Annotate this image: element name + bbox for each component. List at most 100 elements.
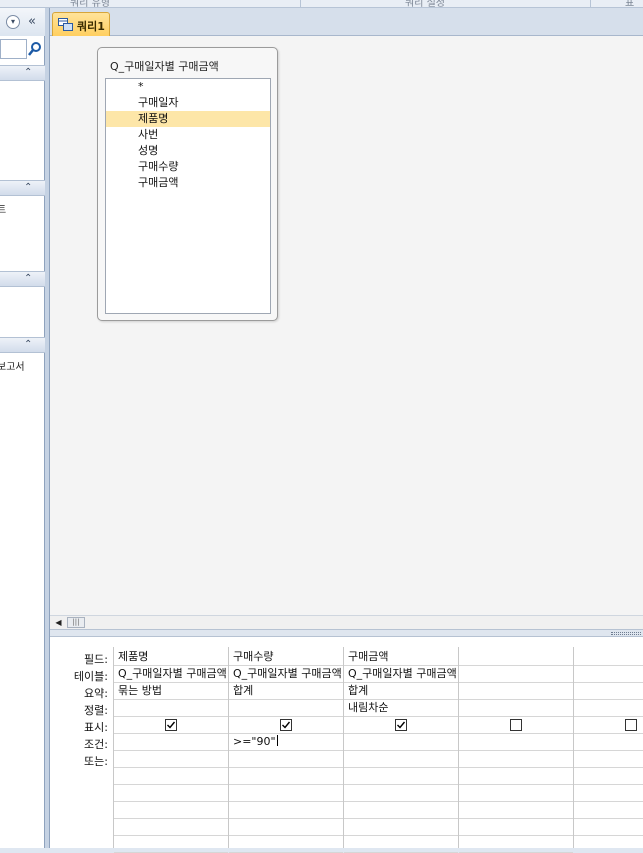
grid-cell-field[interactable]: 제품명 — [114, 649, 228, 666]
grid-cell-field[interactable] — [574, 649, 643, 666]
grid-column[interactable]: 구매금액 Q_구매일자별 구매금액 합계 내림차순 — [343, 647, 458, 853]
nav-group-header[interactable]: ⌃ — [0, 337, 45, 353]
grid-cell-sort[interactable]: 내림차순 — [344, 700, 458, 717]
grid-cell-criteria[interactable] — [459, 734, 573, 751]
grid-cell-empty[interactable] — [459, 768, 573, 785]
field-list-item[interactable]: * — [106, 79, 270, 95]
nav-group-header[interactable]: ⌃ — [0, 180, 45, 196]
grid-cell-empty[interactable] — [114, 819, 228, 836]
row-label-total: 요약: — [84, 687, 108, 700]
horizontal-scrollbar[interactable]: ◀ ||| — [50, 615, 643, 629]
nav-item-reports[interactable]: 보고서 — [0, 358, 25, 373]
grid-cell-show[interactable] — [114, 717, 228, 734]
scroll-left-icon[interactable]: ◀ — [52, 617, 65, 628]
grid-cell-empty[interactable] — [229, 802, 343, 819]
grid-cell-empty[interactable] — [344, 768, 458, 785]
grid-cell-empty[interactable] — [229, 819, 343, 836]
field-list-item[interactable]: 구매수량 — [106, 159, 270, 175]
grid-cell-or[interactable] — [114, 751, 228, 768]
grid-cell-empty[interactable] — [229, 785, 343, 802]
grid-cell-criteria[interactable] — [574, 734, 643, 751]
nav-search-input[interactable] — [0, 39, 27, 59]
field-list-item[interactable]: 성명 — [106, 143, 270, 159]
grid-cell-field[interactable]: 구매수량 — [229, 649, 343, 666]
grid-cell-or[interactable] — [229, 751, 343, 768]
grid-cell-empty[interactable] — [114, 785, 228, 802]
show-checkbox-unchecked[interactable] — [510, 719, 522, 731]
grid-cell-empty[interactable] — [574, 768, 643, 785]
grid-cell-empty[interactable] — [229, 768, 343, 785]
grid-cell-total[interactable]: 합계 — [344, 683, 458, 700]
grid-cell-table[interactable]: Q_구매일자별 구매금액 — [344, 666, 458, 683]
field-list-item[interactable]: 구매일자 — [106, 95, 270, 111]
query-design-area[interactable]: Q_구매일자별 구매금액 * 구매일자 제품명 사번 성명 구매수량 구매금액 — [50, 36, 643, 615]
nav-group-header[interactable]: ⌃ — [0, 271, 45, 287]
grid-column[interactable]: 제품명 Q_구매일자별 구매금액 묶는 방법 — [113, 647, 228, 853]
show-checkbox-unchecked[interactable] — [625, 719, 637, 731]
grid-cell-empty[interactable] — [574, 819, 643, 836]
grid-cell-show[interactable] — [229, 717, 343, 734]
grid-cell-empty[interactable] — [114, 802, 228, 819]
table-field-list[interactable]: Q_구매일자별 구매금액 * 구매일자 제품명 사번 성명 구매수량 구매금액 — [97, 47, 278, 321]
grid-cell-show[interactable] — [574, 717, 643, 734]
grid-cell-show[interactable] — [344, 717, 458, 734]
grid-column-empty[interactable] — [458, 647, 573, 853]
show-checkbox-checked[interactable] — [165, 719, 177, 731]
grid-cell-empty[interactable] — [574, 802, 643, 819]
grid-cell-criteria[interactable] — [344, 734, 458, 751]
splitter-grip[interactable] — [611, 632, 641, 635]
scrollbar-thumb[interactable]: ||| — [67, 617, 85, 628]
grid-column[interactable]: 구매수량 Q_구매일자별 구매금액 합계 >="90" — [228, 647, 343, 853]
row-label-criteria: 조건: — [84, 738, 108, 751]
nav-group-header[interactable]: ⌃ — [0, 65, 45, 81]
grid-cell-empty[interactable] — [344, 819, 458, 836]
query-design-grid[interactable]: 필드: 테이블: 요약: 정렬: 표시: 조건: 또는: 제품명 Q_구매일자별… — [50, 637, 643, 853]
grid-cell-table[interactable] — [574, 666, 643, 683]
grid-cell-table[interactable] — [459, 666, 573, 683]
grid-cell-total[interactable] — [459, 683, 573, 700]
grid-cell-table[interactable]: Q_구매일자별 구매금액 — [114, 666, 228, 683]
grid-cell-show[interactable] — [459, 717, 573, 734]
nav-item[interactable]: 트 — [0, 201, 6, 216]
show-checkbox-checked[interactable] — [280, 719, 292, 731]
grid-cell-table[interactable]: Q_구매일자별 구매금액 — [229, 666, 343, 683]
grid-cell-empty[interactable] — [459, 819, 573, 836]
nav-menu-dropdown-icon[interactable]: ▾ — [6, 15, 20, 29]
show-checkbox-checked[interactable] — [395, 719, 407, 731]
field-list-item-selected[interactable]: 제품명 — [106, 111, 270, 127]
grid-cell-empty[interactable] — [114, 836, 228, 853]
grid-cell-criteria[interactable]: >="90" — [229, 734, 343, 751]
grid-cell-field[interactable]: 구매금액 — [344, 649, 458, 666]
search-icon[interactable] — [28, 41, 42, 57]
tab-query1[interactable]: 쿼리1 — [52, 12, 110, 36]
grid-cell-empty[interactable] — [344, 836, 458, 853]
grid-cell-sort[interactable] — [459, 700, 573, 717]
grid-cell-empty[interactable] — [459, 836, 573, 853]
grid-cell-empty[interactable] — [574, 785, 643, 802]
grid-cell-or[interactable] — [344, 751, 458, 768]
tab-label: 쿼리1 — [77, 20, 105, 33]
grid-cell-empty[interactable] — [574, 836, 643, 848]
grid-cell-or[interactable] — [459, 751, 573, 768]
nav-pane-header: ▾ « — [0, 8, 45, 36]
grid-cell-or[interactable] — [574, 751, 643, 768]
grid-cell-sort[interactable] — [229, 700, 343, 717]
grid-cell-field[interactable] — [459, 649, 573, 666]
grid-cell-total[interactable] — [574, 683, 643, 700]
grid-cell-total[interactable]: 묶는 방법 — [114, 683, 228, 700]
pane-splitter[interactable] — [50, 629, 643, 637]
grid-cell-empty[interactable] — [344, 785, 458, 802]
grid-cell-sort[interactable] — [114, 700, 228, 717]
field-list-item[interactable]: 구매금액 — [106, 175, 270, 191]
grid-column-empty[interactable] — [573, 647, 643, 848]
grid-cell-empty[interactable] — [114, 768, 228, 785]
grid-cell-empty[interactable] — [459, 785, 573, 802]
grid-cell-empty[interactable] — [229, 836, 343, 853]
field-list-item[interactable]: 사번 — [106, 127, 270, 143]
grid-cell-total[interactable]: 합계 — [229, 683, 343, 700]
nav-collapse-icon[interactable]: « — [28, 14, 36, 29]
grid-cell-sort[interactable] — [574, 700, 643, 717]
grid-cell-empty[interactable] — [344, 802, 458, 819]
grid-cell-criteria[interactable] — [114, 734, 228, 751]
grid-cell-empty[interactable] — [459, 802, 573, 819]
